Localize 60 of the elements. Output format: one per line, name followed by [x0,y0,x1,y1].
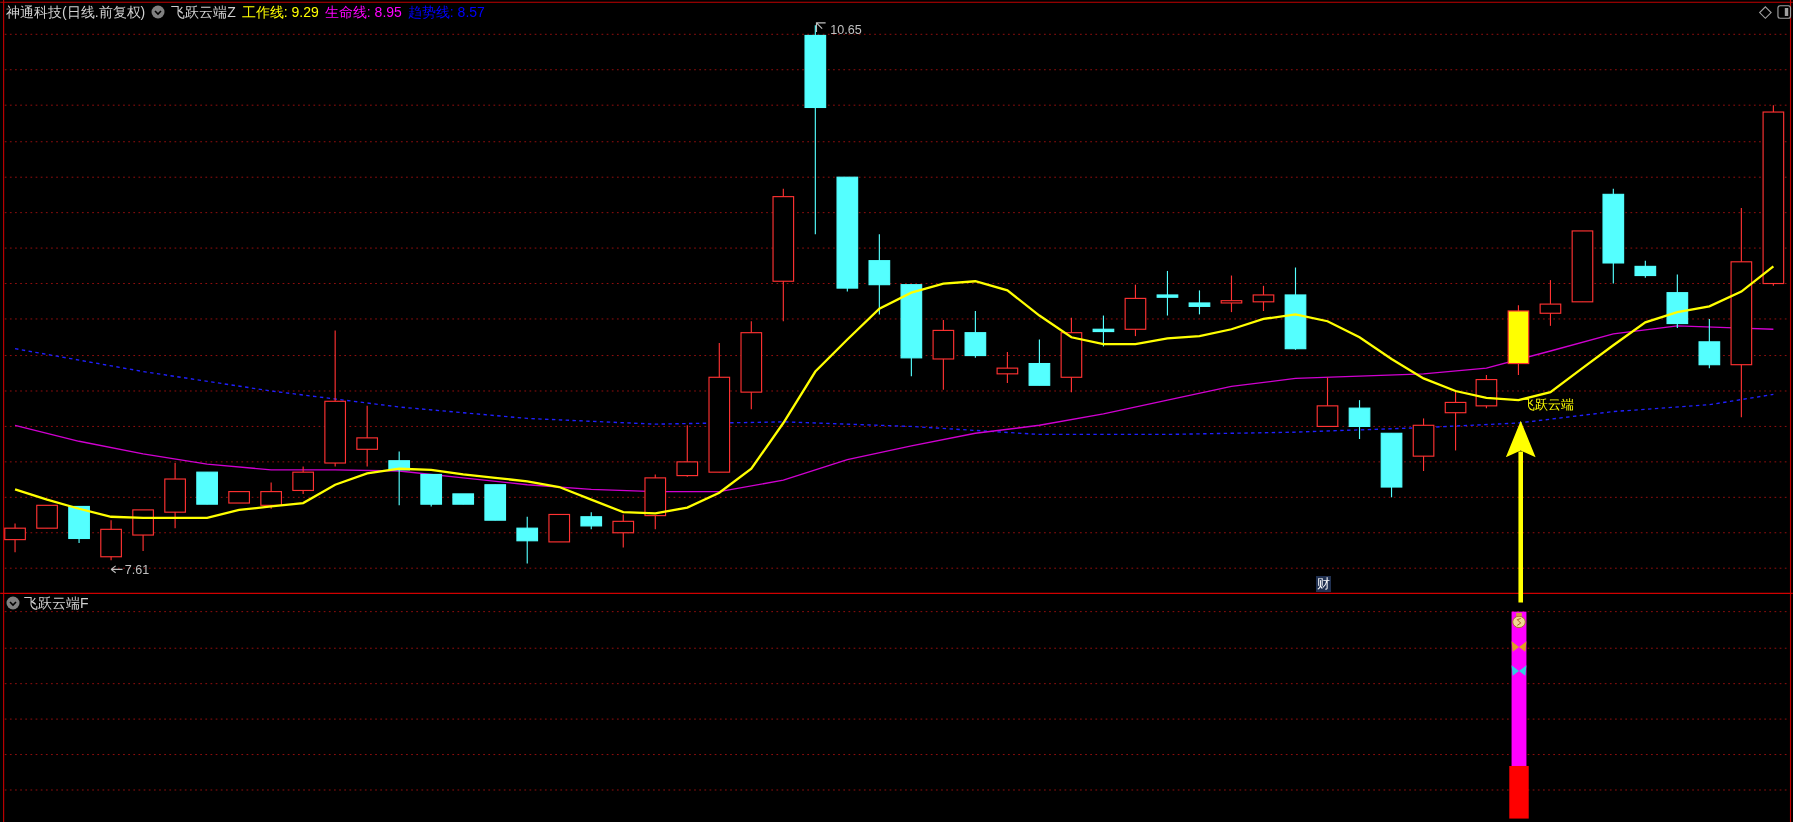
candlestick [1220,274,1243,313]
diamond-icon[interactable] [1758,6,1772,20]
candlestick [1634,260,1657,279]
candlestick [1444,390,1467,451]
panel-toggle-icon[interactable] [1777,5,1792,19]
candlestick [964,310,987,359]
candlestick [356,405,379,467]
candlestick [612,513,635,549]
candlestick [1412,417,1435,472]
candlestick [644,473,667,530]
candlestick [68,505,90,544]
candlestick [260,481,282,510]
butterfly-icon [1511,641,1527,652]
candlestick [1380,432,1403,498]
candlestick [484,484,507,521]
candlestick [932,319,955,391]
candlestick [1475,374,1498,409]
candlestick [1539,279,1562,327]
panel-title: 飞跃云端F [24,594,89,612]
candlestick [996,351,1019,384]
candlestick [228,491,250,504]
candlestick [548,513,571,543]
stock-title: 神通科技(日线.前复权) [6,3,146,21]
candlestick [1252,285,1275,312]
candlestick [36,504,58,529]
chevron-down-icon[interactable] [6,596,20,610]
pointer-arrow-icon [110,565,124,574]
candlestick [1092,314,1115,347]
candlestick [452,493,475,505]
candlestick [164,462,186,529]
candlestick [132,509,154,552]
candlestick [4,523,26,553]
candlestick [1348,399,1371,440]
pointer-arrow-icon [815,22,827,33]
candlestick [1188,289,1211,315]
candlestick [1028,339,1051,386]
chevron-down-icon[interactable] [151,5,166,19]
candlestick [292,465,314,495]
candlestick [1124,284,1147,337]
indicator-name: 飞跃云端Z [171,3,236,21]
candlestick [516,516,539,565]
candlestick [580,511,603,530]
candlestick [1156,270,1179,317]
candlestick [196,471,218,505]
line-value: 工作线: 9.29 [241,3,319,21]
candlestick [1698,318,1721,369]
high-price-label: 10.65 [830,23,862,38]
money-bag-icon [1512,612,1526,629]
candlestick [1316,376,1339,427]
candlestick [1507,304,1530,376]
butterfly-icon [1511,665,1527,676]
candlestick [420,473,443,508]
line-value: 趋势线: 8.57 [407,3,485,21]
candlestick [100,519,122,561]
marker-badge: 财 [1316,576,1331,592]
low-price-label: 7.61 [124,562,150,577]
candlestick [676,424,699,478]
candlestick [1666,273,1689,329]
candlestick [388,451,411,506]
line-value: 生命线: 8.95 [324,3,402,21]
